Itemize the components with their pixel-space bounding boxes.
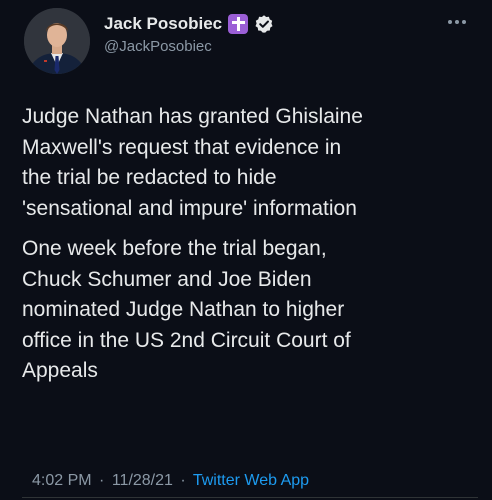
separator: · — [180, 472, 186, 489]
name-row: Jack Posobiec — [104, 12, 274, 36]
tweet-date[interactable]: 11/28/21 — [112, 472, 173, 489]
cross-icon — [228, 14, 249, 34]
tweet-metadata: 4:02 PM · 11/28/21 · Twitter Web App — [32, 472, 309, 490]
tweet-card: Jack Posobiec @JackPosobiec Judge Nathan… — [0, 0, 492, 500]
divider — [22, 497, 478, 498]
tweet-paragraph: Judge Nathan has granted Ghislaine Maxwe… — [22, 105, 363, 220]
avatar-image — [24, 8, 90, 74]
tweet-header: Jack Posobiec @JackPosobiec — [104, 12, 274, 55]
tweet-time[interactable]: 4:02 PM — [32, 472, 92, 489]
separator: · — [99, 472, 105, 489]
more-options-icon[interactable] — [448, 20, 466, 24]
avatar[interactable] — [24, 8, 90, 74]
tweet-source-link[interactable]: Twitter Web App — [193, 472, 309, 489]
verified-icon — [255, 15, 273, 33]
tweet-paragraph: One week before the trial began, Chuck S… — [22, 237, 351, 382]
tweet-text: Judge Nathan has granted Ghislaine Maxwe… — [22, 102, 482, 387]
display-name[interactable]: Jack Posobiec — [104, 14, 222, 34]
handle[interactable]: @JackPosobiec — [104, 38, 274, 55]
